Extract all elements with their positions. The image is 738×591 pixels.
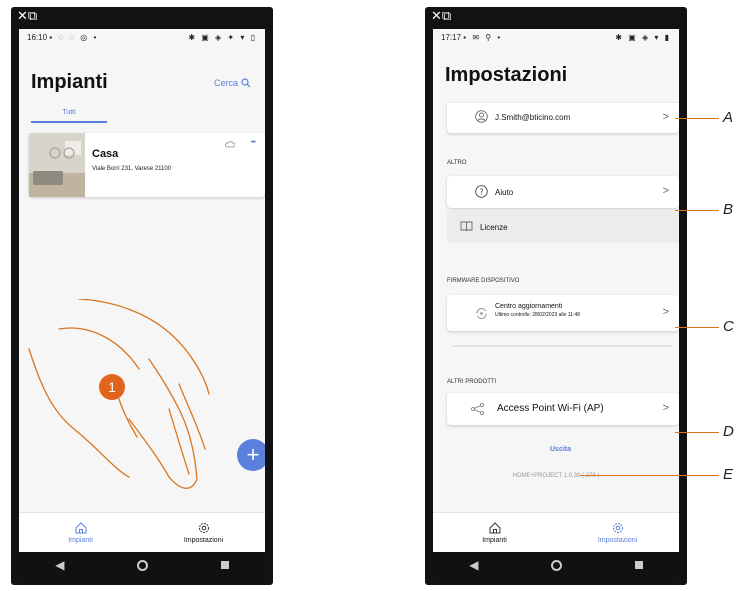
window-control-icon: ✕⧉ [17, 9, 38, 24]
account-email: J.Smith@bticino.com [495, 113, 571, 122]
status-left-icons: ▪ ◌ ◌ ◎ • [49, 33, 99, 42]
home-icon [489, 522, 500, 534]
tab-impostazioni-label: Impostazioni [183, 537, 224, 544]
plant-address: Viale Borri 231, Varese 21100 [92, 166, 172, 172]
callout-d: D [723, 423, 734, 440]
plant-photo [29, 133, 85, 197]
callout-c: C [723, 318, 734, 335]
share-nodes-icon [471, 403, 484, 415]
home-nav-icon[interactable] [551, 559, 563, 571]
status-time-group: 16:10 ▪ ◌ ◌ ◎ • [27, 33, 98, 43]
callout-line-e [580, 475, 719, 476]
home-icon [75, 522, 86, 534]
status-time: 16:10 [27, 33, 48, 42]
logout-button[interactable]: Uscita [550, 446, 571, 453]
app-version: HOME+PROJECT 1.0.38 ( 279 ) [512, 473, 600, 479]
access-point-label: Access Point Wi-Fi (AP) [497, 403, 604, 414]
callout-line-a [675, 118, 719, 119]
window-control-icon: ✕⧉ [431, 9, 452, 24]
page-title: Impostazioni [445, 64, 568, 86]
update-center-row[interactable]: Centro aggiornamenti Ultimo controllo: 2… [447, 295, 679, 331]
android-nav-bar: ◀ [433, 552, 679, 578]
search-icon [241, 78, 251, 88]
status-right-icons: ✱ ▣ ◈ ✦ ▾ ▯ [188, 33, 257, 42]
back-nav-icon[interactable]: ◀ [469, 558, 478, 572]
search-label: Cerca [213, 78, 238, 88]
help-icon: ? [475, 185, 488, 198]
tab-impianti[interactable]: Impianti [19, 513, 142, 552]
callout-e: E [723, 466, 734, 483]
license-row[interactable]: Licenze [447, 211, 679, 243]
add-plant-button[interactable]: + [237, 439, 265, 471]
tab-impianti-label: Impianti [68, 537, 93, 544]
status-bar: 17:17 ▪ ✉ ⚲ • ✱ ▣ ◈ ▾ ▮ [433, 29, 679, 47]
status-right-icons: ✱ ▣ ◈ ▾ ▮ [615, 33, 671, 42]
more-options-icon[interactable]: ••• [251, 139, 256, 146]
section-other-products: ALTRI PRODOTTI [447, 379, 497, 385]
refresh-icon [476, 308, 487, 319]
status-time-group: 17:17 ▪ ✉ ⚲ • [441, 33, 502, 43]
chevron-right-icon: > [662, 185, 669, 197]
license-label: Licenze [480, 223, 508, 232]
android-nav-bar: ◀ [19, 552, 265, 578]
user-icon [475, 110, 488, 123]
recents-nav-icon[interactable] [220, 561, 229, 569]
step-badge: 1 [99, 374, 125, 400]
gear-icon [612, 523, 623, 533]
cloud-icon [225, 141, 235, 148]
plant-card[interactable]: Casa Viale Borri 231, Varese 21100 ••• [29, 133, 265, 197]
back-nav-icon[interactable]: ◀ [55, 558, 64, 572]
bottom-tab-bar: Impianti Impostazioni [433, 512, 679, 552]
callout-line-d [675, 432, 719, 433]
recents-nav-icon[interactable] [634, 561, 643, 569]
search-button[interactable]: Cerca [214, 78, 251, 88]
gear-icon [198, 523, 209, 533]
callout-line-c [675, 327, 719, 328]
plants-screen: 16:10 ▪ ◌ ◌ ◎ • ✱ ▣ ◈ ✦ ▾ ▯ Impianti Cer… [19, 29, 265, 552]
tab-impianti[interactable]: Impianti [433, 513, 556, 552]
tab-impianti-label: Impianti [482, 537, 507, 544]
tab-all-indicator [31, 121, 107, 123]
update-center-label: Centro aggiornamenti [495, 303, 563, 310]
chevron-right-icon: > [662, 402, 669, 414]
access-point-row[interactable]: Access Point Wi-Fi (AP) > [447, 393, 679, 425]
chevron-right-icon: > [662, 111, 669, 123]
book-icon [460, 221, 473, 232]
callout-a: A [723, 109, 734, 126]
chevron-right-icon: > [662, 306, 669, 318]
tab-impostazioni-label: Impostazioni [597, 537, 638, 544]
home-nav-icon[interactable] [137, 559, 149, 571]
right-phone-frame: ✕⧉ 17:17 ▪ ✉ ⚲ • ✱ ▣ ◈ ▾ ▮ Impostazioni … [425, 7, 687, 585]
section-altro: ALTRO [447, 160, 467, 166]
tab-all[interactable]: Tutti [31, 109, 107, 116]
callout-b: B [723, 201, 734, 218]
settings-screen: 17:17 ▪ ✉ ⚲ • ✱ ▣ ◈ ▾ ▮ Impostazioni J.S… [433, 29, 679, 552]
tab-impostazioni[interactable]: Impostazioni [556, 513, 679, 552]
left-phone-frame: ✕⧉ 16:10 ▪ ◌ ◌ ◎ • ✱ ▣ ◈ ✦ ▾ ▯ Impianti … [11, 7, 273, 585]
status-time: 17:17 [441, 33, 462, 42]
divider [453, 345, 673, 347]
section-firmware: FIRMWARE DISPOSITIVO [447, 278, 520, 284]
page-title: Impianti [31, 71, 108, 93]
bottom-tab-bar: Impianti Impostazioni [19, 512, 265, 552]
hand-gesture-illustration [28, 299, 210, 489]
help-row[interactable]: ? Aiuto > [447, 176, 679, 208]
status-left-icons: ▪ ✉ ⚲ • [463, 33, 503, 42]
svg-text:?: ? [479, 188, 483, 197]
status-bar: 16:10 ▪ ◌ ◌ ◎ • ✱ ▣ ◈ ✦ ▾ ▯ [19, 29, 265, 47]
tab-impostazioni[interactable]: Impostazioni [142, 513, 265, 552]
help-label: Aiuto [495, 188, 514, 197]
plant-name: Casa [92, 148, 119, 160]
account-row[interactable]: J.Smith@bticino.com > [447, 103, 679, 133]
callout-line-b [675, 210, 719, 211]
update-center-sub: Ultimo controllo: 28/02/2023 alle 11:48 [495, 312, 580, 318]
